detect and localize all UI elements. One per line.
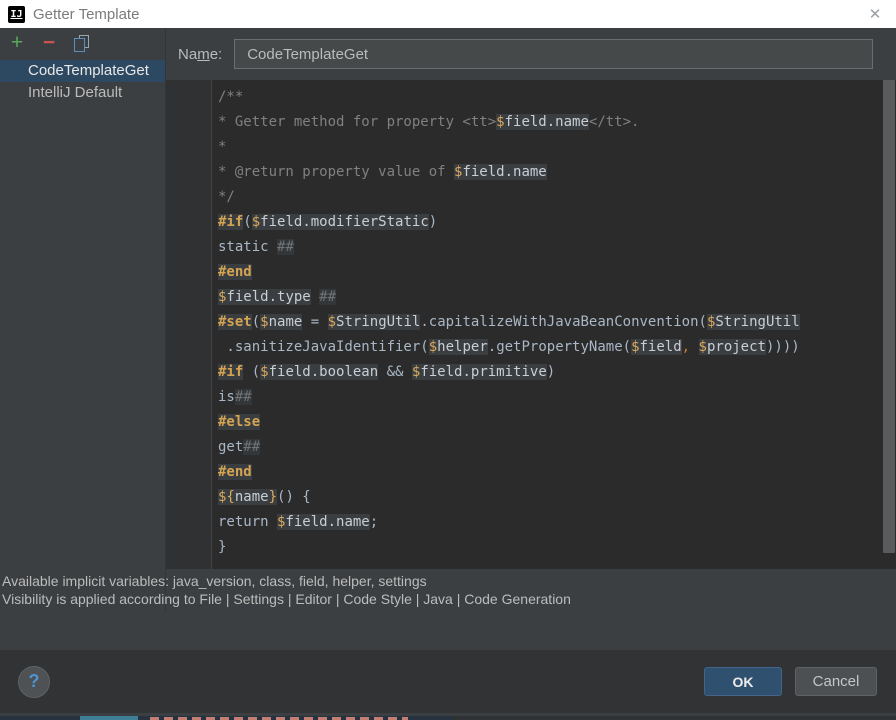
- template-list-item[interactable]: CodeTemplateGet: [0, 60, 165, 82]
- code-line: 16${name}() {: [166, 485, 896, 510]
- title-bar: IJ Getter Template ✕: [0, 0, 896, 28]
- code-line: 7static ##: [166, 235, 896, 260]
- name-row: Name:: [166, 28, 896, 80]
- template-sidebar: + − CodeTemplateGetIntelliJ Default: [0, 28, 165, 612]
- code-line: 9$field.type ##: [166, 285, 896, 310]
- template-list-item[interactable]: IntelliJ Default: [0, 82, 165, 104]
- copy-template-button[interactable]: [70, 32, 92, 54]
- window-title: Getter Template: [33, 6, 139, 23]
- hint-area: Available implicit variables: java_versi…: [166, 569, 896, 612]
- code-line: 15#end: [166, 460, 896, 485]
- ok-button[interactable]: OK: [704, 667, 782, 696]
- cancel-button[interactable]: Cancel: [795, 667, 877, 696]
- code-line: 10#set($name = $StringUtil.capitalizeWit…: [166, 310, 896, 335]
- code-line: 6#if($field.modifierStatic): [166, 210, 896, 235]
- code-line: .sanitizeJavaIdentifier($helper.getPrope…: [166, 335, 896, 360]
- template-list: CodeTemplateGetIntelliJ Default: [0, 60, 165, 104]
- help-button[interactable]: ?: [18, 666, 50, 698]
- minus-icon: −: [43, 34, 55, 52]
- code-line: 4* @return property value of $field.name: [166, 160, 896, 185]
- plus-icon: +: [11, 34, 23, 52]
- template-editor-pane: Name: 1/**2* Getter method for property …: [165, 28, 896, 612]
- code-line: 13#else: [166, 410, 896, 435]
- code-line: 14get##: [166, 435, 896, 460]
- code-line: 17return $field.name;: [166, 510, 896, 535]
- code-line: 11#if ($field.boolean && $field.primitiv…: [166, 360, 896, 385]
- implicit-variables-hint: Available implicit variables: java_versi…: [1, 572, 896, 590]
- name-label: Name:: [178, 46, 222, 63]
- close-icon[interactable]: ✕: [864, 3, 886, 25]
- code-line: 18}: [166, 535, 896, 560]
- add-template-button[interactable]: +: [6, 32, 28, 54]
- visibility-hint: Visibility is applied according to File …: [1, 590, 896, 608]
- code-line: 8#end: [166, 260, 896, 285]
- code-rows: 1/**2* Getter method for property <tt>$f…: [166, 85, 896, 560]
- editor-gutter: [166, 80, 212, 569]
- copy-icon: [74, 35, 89, 52]
- editor-scrollbar[interactable]: [883, 80, 895, 553]
- background-window-sliver: [0, 713, 896, 720]
- code-editor[interactable]: 1/**2* Getter method for property <tt>$f…: [166, 80, 896, 569]
- code-line: 1/**: [166, 85, 896, 110]
- sidebar-toolbar: + −: [0, 28, 165, 58]
- code-line: 5*/: [166, 185, 896, 210]
- template-name-input[interactable]: [234, 39, 873, 69]
- background-class-icon: [80, 716, 138, 720]
- question-mark-icon: ?: [29, 671, 40, 692]
- remove-template-button[interactable]: −: [38, 32, 60, 54]
- code-line: 2* Getter method for property <tt>$field…: [166, 110, 896, 135]
- code-line: 12is##: [166, 385, 896, 410]
- code-line: 3*: [166, 135, 896, 160]
- dialog-button-bar: ? OK Cancel: [0, 650, 896, 713]
- intellij-logo-icon: IJ: [8, 6, 25, 23]
